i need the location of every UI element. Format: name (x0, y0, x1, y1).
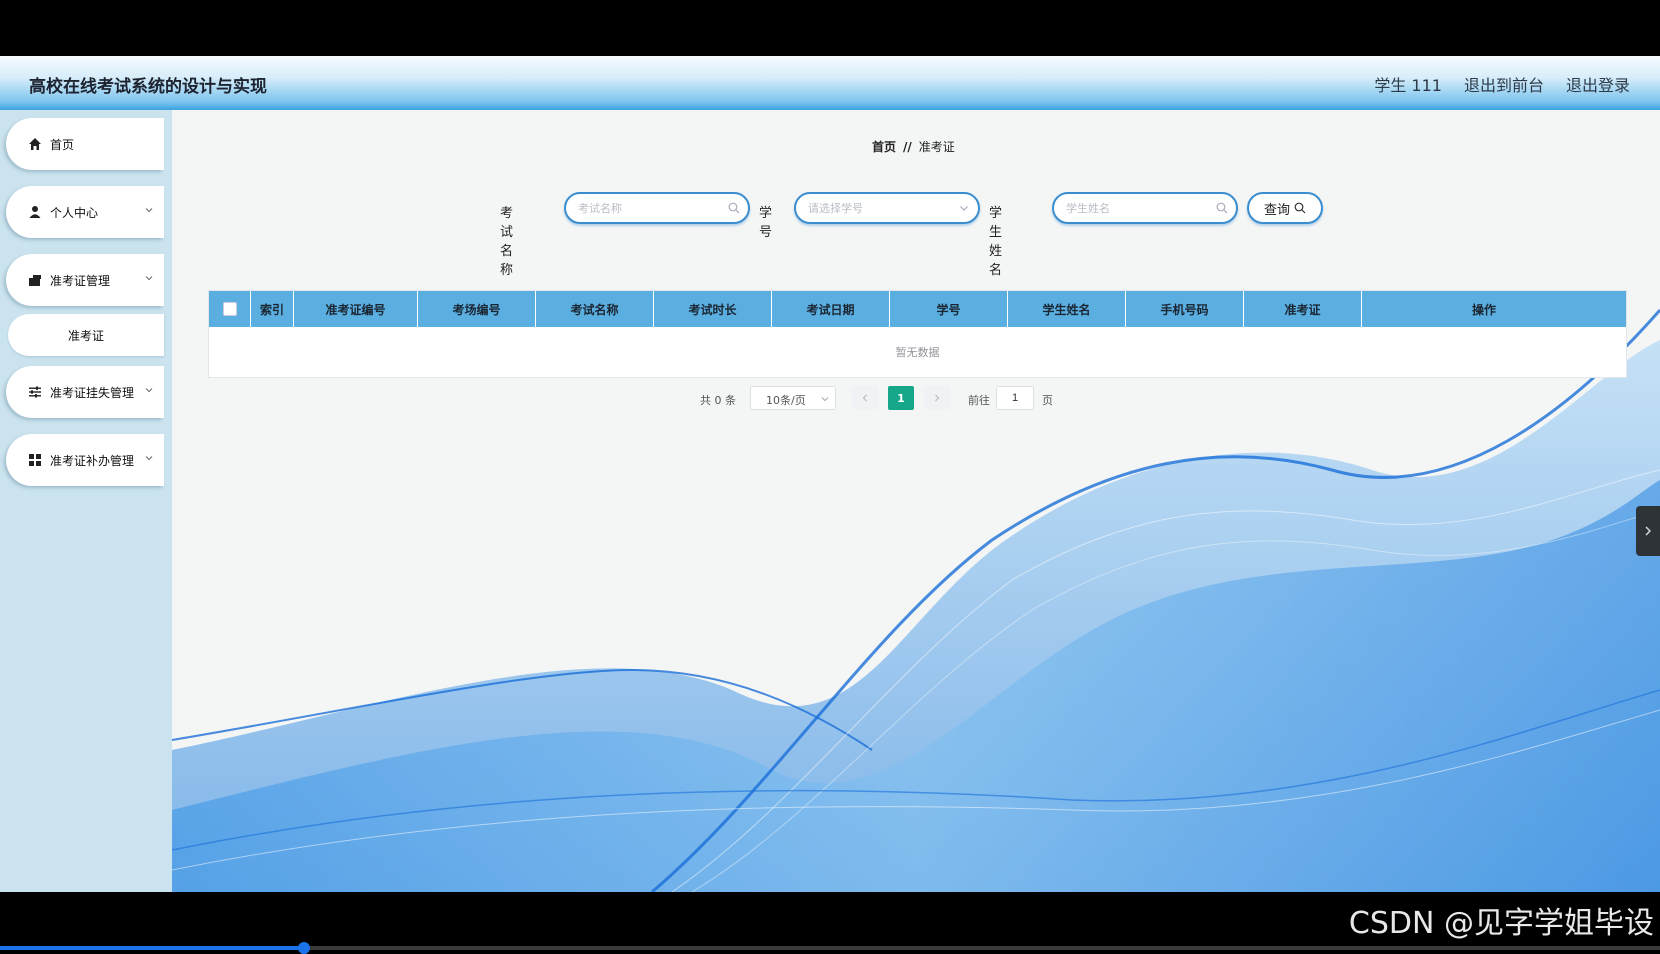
column-header-phone: 手机号码 (1126, 291, 1244, 327)
search-icon (728, 202, 740, 214)
top-links: 学生 111 退出到前台 退出登录 (1374, 72, 1630, 96)
page-suffix: 页 (1042, 394, 1053, 407)
exam-name-input[interactable] (576, 200, 710, 218)
student-name-input[interactable] (1064, 200, 1198, 218)
column-header-exam-name: 考试名称 (536, 291, 654, 327)
video-progress-handle[interactable] (297, 942, 310, 954)
current-user[interactable]: 学生 111 (1374, 72, 1442, 96)
sidebar-item-ticket-loss-management[interactable]: 准考证挂失管理 (6, 366, 164, 418)
main-content: 首页 // 准考证 考试名称 学号 学生姓名 (172, 110, 1660, 892)
chevron-down-icon (145, 276, 153, 281)
sidebar-item-label: 准考证管理 (50, 273, 111, 288)
student-no-select[interactable] (794, 192, 980, 224)
ticket-icon (29, 275, 41, 286)
chevron-left-icon (862, 394, 867, 402)
search-icon (1294, 202, 1306, 214)
sidebar-item-label: 准考证挂失管理 (50, 385, 135, 400)
sidebar-item-label: 准考证补办管理 (50, 453, 135, 468)
top-header: 高校在线考试系统的设计与实现 学生 111 退出到前台 退出登录 (0, 56, 1660, 110)
table-header: 索引 准考证编号 考场编号 考试名称 考试时长 考试日期 学号 学生姓名 手机号… (209, 291, 1626, 327)
sidebar-item-ticket-management[interactable]: 准考证管理 (6, 254, 164, 306)
video-progress-fill (0, 946, 304, 950)
student-no-input[interactable] (806, 200, 940, 218)
query-button[interactable]: 查询 (1247, 192, 1323, 224)
chevron-down-icon (960, 206, 968, 211)
sliders-icon (29, 386, 41, 398)
grid-icon (29, 454, 41, 466)
column-header-ticket-no: 准考证编号 (294, 291, 418, 327)
sidebar: 首页 个人中心 准考证管理 准考证 准考证挂失管理 准考证补办管理 (0, 110, 172, 892)
column-header-index: 索引 (251, 291, 294, 327)
chevron-down-icon (145, 456, 153, 461)
student-name-label: 学生姓名 (989, 206, 1003, 278)
chevron-down-icon (145, 208, 153, 213)
query-button-label: 查询 (1263, 202, 1290, 218)
column-header-student-name: 学生姓名 (1008, 291, 1126, 327)
student-no-label: 学号 (759, 206, 773, 240)
next-page-button[interactable] (924, 386, 950, 410)
goto-page-input[interactable] (996, 386, 1034, 410)
exam-name-field[interactable] (564, 192, 750, 224)
page-number-current[interactable]: 1 (888, 386, 914, 410)
submenu-item-ticket[interactable]: 准考证 (8, 314, 164, 356)
goto-label: 前往 (968, 394, 990, 407)
breadcrumb-current: 准考证 (918, 140, 955, 154)
page-size-select[interactable]: 10条/页 (750, 386, 836, 410)
user-icon (29, 206, 41, 218)
wave-background (172, 309, 1660, 892)
sidebar-item-personal-center[interactable]: 个人中心 (6, 186, 164, 238)
chevron-right-icon (935, 394, 940, 402)
ticket-table: 索引 准考证编号 考场编号 考试名称 考试时长 考试日期 学号 学生姓名 手机号… (208, 290, 1627, 378)
app-title: 高校在线考试系统的设计与实现 (29, 77, 267, 97)
exit-to-front-link[interactable]: 退出到前台 (1464, 72, 1544, 96)
column-header-room-no: 考场编号 (418, 291, 536, 327)
select-all-checkbox[interactable] (222, 302, 237, 316)
breadcrumb: 首页 // 准考证 (872, 138, 955, 155)
column-header-actions: 操作 (1471, 302, 1496, 317)
page-size-value: 10条/页 (766, 394, 806, 407)
breadcrumb-home[interactable]: 首页 (872, 140, 896, 154)
side-panel-toggle[interactable] (1636, 506, 1660, 556)
sidebar-item-home[interactable]: 首页 (6, 118, 164, 170)
column-header-exam-duration: 考试时长 (654, 291, 772, 327)
total-count: 共 0 条 (700, 394, 736, 407)
chevron-right-icon (1645, 526, 1651, 536)
select-all-cell (209, 291, 251, 327)
search-icon (1216, 202, 1228, 214)
sidebar-item-ticket-reissue-management[interactable]: 准考证补办管理 (6, 434, 164, 486)
column-header-student-no: 学号 (890, 291, 1008, 327)
sidebar-item-label: 首页 (50, 137, 75, 152)
watermark: CSDN @见字学姐毕设 (1348, 906, 1654, 941)
app-window: 高校在线考试系统的设计与实现 学生 111 退出到前台 退出登录 首页 个人中心 (0, 56, 1660, 892)
column-header-exam-date: 考试日期 (772, 291, 890, 327)
exam-name-label: 考试名称 (500, 206, 514, 278)
breadcrumb-separator: // (903, 140, 912, 154)
chevron-down-icon (821, 397, 829, 402)
prev-page-button[interactable] (852, 386, 878, 410)
column-header-ticket: 准考证 (1244, 291, 1362, 327)
home-icon (29, 138, 41, 150)
sidebar-item-label: 个人中心 (50, 205, 99, 220)
student-name-field[interactable] (1052, 192, 1238, 224)
logout-link[interactable]: 退出登录 (1566, 72, 1630, 96)
empty-state: 暂无数据 (895, 346, 940, 359)
chevron-down-icon (145, 388, 153, 393)
